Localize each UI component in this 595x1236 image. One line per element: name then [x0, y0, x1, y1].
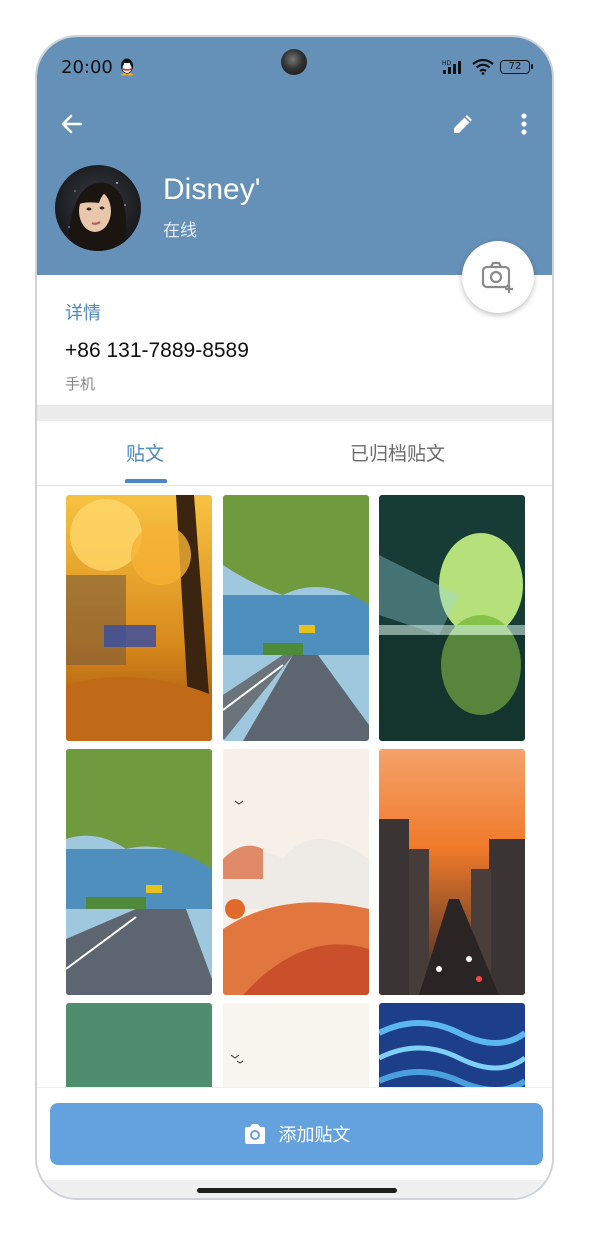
status-bar: 20:00 HD 72	[37, 37, 552, 99]
active-tab-indicator	[125, 479, 167, 483]
camera-icon	[244, 1124, 265, 1144]
photo-thumbnail[interactable]	[379, 749, 525, 995]
add-post-button[interactable]: 添加贴文	[50, 1103, 543, 1165]
add-post-label: 添加贴文	[278, 1125, 351, 1146]
battery-icon: 72	[500, 60, 533, 74]
online-status: 在线	[163, 221, 197, 241]
phone-frame: 20:00 HD 72 Disney' 在线 详情 +86 131-7889-8…	[35, 35, 554, 1200]
signal-icon: HD	[442, 60, 461, 74]
system-icons: HD 72	[442, 59, 533, 75]
section-divider	[37, 405, 552, 421]
camera-add-icon	[481, 261, 513, 293]
contact-name: Disney'	[163, 173, 261, 206]
avatar[interactable]	[55, 165, 141, 251]
photo-thumbnail[interactable]	[379, 1003, 525, 1093]
status-time: 20:00	[61, 57, 113, 78]
photo-thumbnail[interactable]	[66, 1003, 212, 1093]
tab-posts[interactable]: 贴文	[126, 439, 164, 466]
edit-pencil-icon[interactable]	[448, 109, 478, 139]
set-photo-button[interactable]	[462, 241, 534, 313]
tab-archived-posts[interactable]: 已归档贴文	[350, 439, 445, 466]
more-options-icon[interactable]	[514, 109, 534, 139]
wifi-icon	[472, 59, 494, 75]
photo-thumbnail[interactable]	[223, 749, 369, 995]
photo-thumbnail[interactable]	[66, 749, 212, 995]
photo-thumbnail[interactable]	[223, 495, 369, 741]
qq-icon	[121, 58, 133, 76]
front-camera	[281, 49, 307, 75]
home-indicator[interactable]	[197, 1188, 397, 1193]
phone-number-label: 手机	[65, 375, 96, 393]
posts-tabs: 贴文 已归档贴文	[37, 421, 552, 486]
photo-thumbnail[interactable]	[66, 495, 212, 741]
photo-thumbnail[interactable]	[379, 495, 525, 741]
photo-thumbnail[interactable]	[223, 1003, 369, 1093]
profile-header: 20:00 HD 72 Disney' 在线	[37, 37, 552, 275]
details-heading: 详情	[65, 303, 101, 324]
phone-number[interactable]: +86 131-7889-8589	[65, 339, 249, 363]
network-label: HD	[442, 60, 452, 67]
back-arrow-icon[interactable]	[57, 109, 87, 139]
